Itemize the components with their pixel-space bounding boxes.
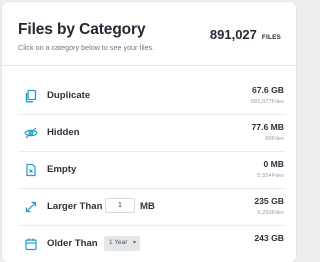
category-label: Empty <box>47 164 77 175</box>
category-list: Duplicate 67.6 GB 581,977Files Hidden 77… <box>2 78 296 262</box>
category-row-empty[interactable]: Empty 0 MB 5,554Files <box>18 152 286 189</box>
card-header: Files by Category Click on a category be… <box>2 2 296 66</box>
files-by-category-card: Files by Category Click on a category be… <box>2 2 296 262</box>
category-file-count: 9,290Files <box>257 210 284 216</box>
total-unit: FILES <box>261 34 281 41</box>
category-file-count: 5,554Files <box>257 173 284 179</box>
total-count: 891,027 <box>209 27 257 42</box>
category-label: Larger Than <box>47 201 103 212</box>
expand-arrows-icon <box>24 200 38 214</box>
eye-slash-icon <box>24 126 38 140</box>
category-label: Duplicate <box>47 90 91 101</box>
age-threshold-select[interactable]: 1 Year ▾ <box>104 236 140 251</box>
size-threshold-input[interactable] <box>105 198 135 213</box>
empty-file-icon <box>24 163 38 177</box>
category-file-count: 581,977Files <box>250 99 284 105</box>
category-size: 77.6 MB <box>251 122 284 132</box>
category-row-duplicate[interactable]: Duplicate 67.6 GB 581,977Files <box>18 78 286 115</box>
page-subtitle: Click on a category below to see your fi… <box>18 43 155 52</box>
page-title: Files by Category <box>18 21 146 38</box>
duplicate-icon <box>24 89 38 103</box>
category-size: 243 GB <box>254 233 284 243</box>
calendar-icon <box>24 237 38 251</box>
category-file-count: 69Files <box>265 136 284 142</box>
category-row-older-than[interactable]: Older Than 1 Year ▾ 243 GB <box>18 226 286 262</box>
category-label: Hidden <box>47 127 80 138</box>
category-size: 235 GB <box>254 196 284 206</box>
category-size: 67.6 GB <box>251 85 284 95</box>
category-size: 0 MB <box>263 159 284 169</box>
size-unit-label: MB <box>140 201 155 212</box>
category-row-larger-than[interactable]: Larger Than MB 235 GB 9,290Files <box>18 189 286 226</box>
total-files-counter: 891,027 FILES <box>210 27 281 42</box>
category-row-hidden[interactable]: Hidden 77.6 MB 69Files <box>18 115 286 152</box>
category-label: Older Than <box>47 238 98 249</box>
